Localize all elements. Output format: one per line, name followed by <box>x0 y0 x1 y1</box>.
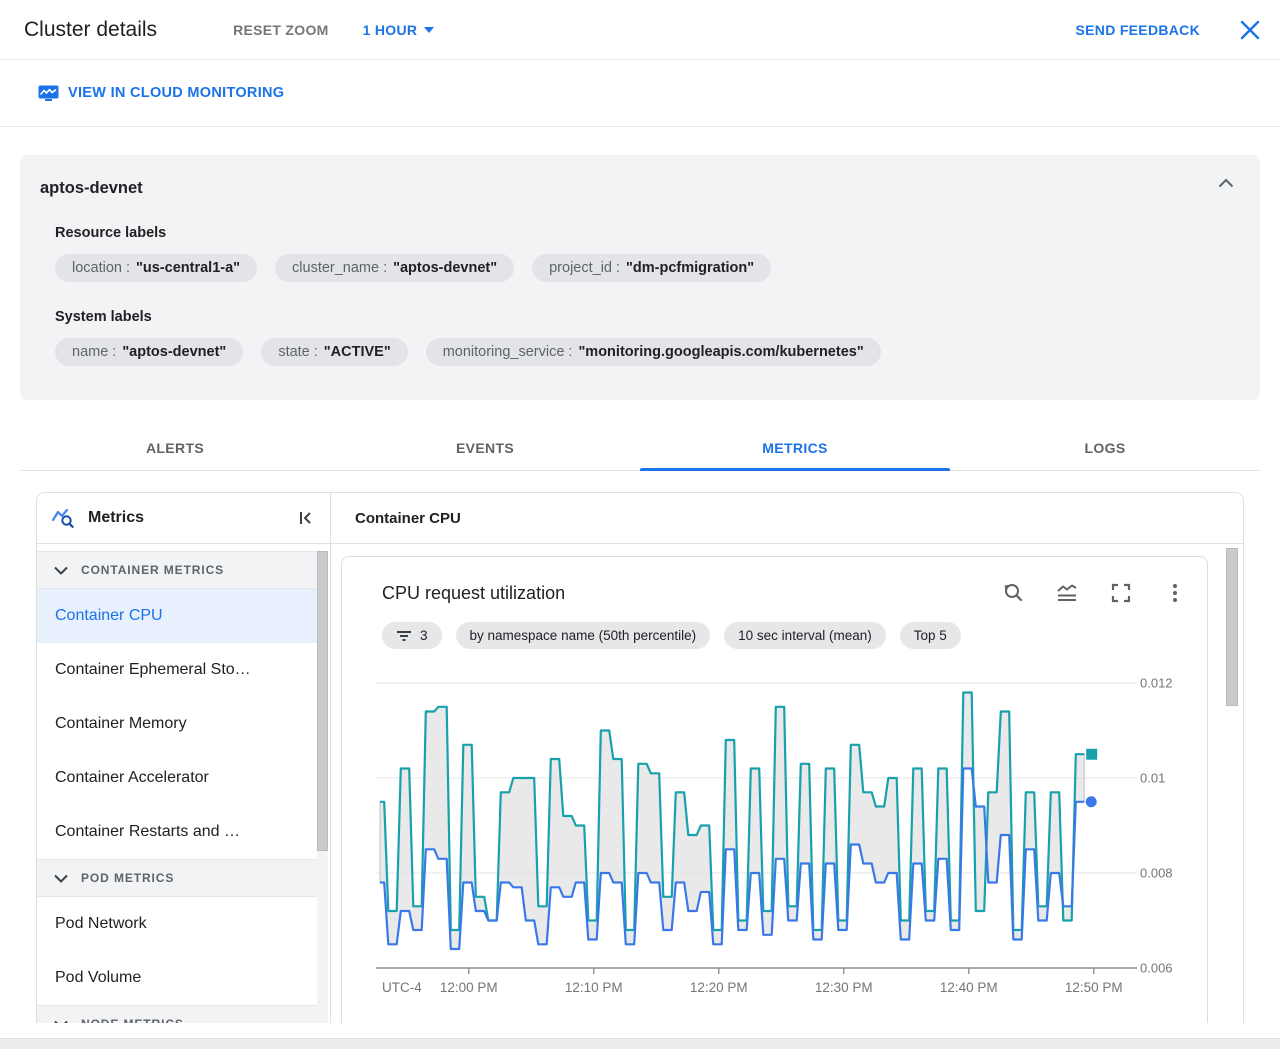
collapse-card-button[interactable] <box>1218 175 1234 193</box>
chart-toolbar <box>1001 581 1187 605</box>
x-axis-timezone-label: UTC-4 <box>382 980 422 995</box>
label-chip-monitoring_service[interactable]: monitoring_service: "monitoring.googleapi… <box>425 338 881 366</box>
main-panel-title: Container CPU <box>355 509 461 527</box>
monitoring-chart-icon <box>38 85 59 101</box>
sidebar-list: CONTAINER METRICS Container CPU Container … <box>37 551 330 1023</box>
filter-chip-3[interactable]: 3 <box>382 622 442 649</box>
series-low-end-marker <box>1085 796 1097 808</box>
filter-chip-by-namespace-name-50th-percentile-[interactable]: by namespace name (50th percentile) <box>455 622 711 649</box>
sidebar-item-pod-volume[interactable]: Pod Volume <box>37 951 320 1005</box>
panel-header: Metrics Container CPU <box>37 493 1243 544</box>
filter-chip-10-sec-interval-mean-[interactable]: 10 sec interval (mean) <box>724 622 886 649</box>
series-high-end-marker <box>1086 748 1098 760</box>
sidebar-header: Metrics <box>37 493 331 543</box>
reset-zoom-button[interactable]: RESET ZOOM <box>233 22 329 38</box>
fullscreen-button[interactable] <box>1109 581 1133 605</box>
area-chart-icon <box>1057 584 1077 601</box>
collapse-sidebar-icon[interactable] <box>298 510 314 526</box>
sidebar-item-pod-network[interactable]: Pod Network <box>37 897 320 951</box>
metrics-explorer-icon <box>51 508 74 528</box>
label-chip-name[interactable]: name: "aptos-devnet" <box>55 338 244 366</box>
section-header-pod-metrics[interactable]: POD METRICS <box>37 859 320 897</box>
page-bottom-strip <box>0 1038 1280 1049</box>
cluster-name: aptos-devnet <box>40 179 143 197</box>
cpu-utilization-chart[interactable]: 0.012 0.01 0.008 0.006 UTC-4 12:00 PM 12:10 PM… <box>362 665 1189 1005</box>
x-tick-label: 12:40 PM <box>940 980 998 995</box>
section-header-container-metrics[interactable]: CONTAINER METRICS <box>37 551 320 589</box>
sidebar-title: Metrics <box>88 509 145 526</box>
time-range-value: 1 HOUR <box>362 21 418 38</box>
label-chip-state[interactable]: state: "ACTIVE" <box>261 338 408 366</box>
zoom-reset-button[interactable] <box>1001 581 1025 605</box>
chart-area: 0.012 0.01 0.008 0.006 UTC-4 12:00 PM 12:10 PM… <box>362 665 1187 1010</box>
sidebar-item-container-cpu[interactable]: Container CPU <box>37 589 320 643</box>
tab-logs[interactable]: LOGS <box>950 425 1260 470</box>
send-feedback-button[interactable]: SEND FEEDBACK <box>1076 22 1200 38</box>
y-tick-label: 0.008 <box>1140 866 1173 881</box>
resource-labels-title: Resource labels <box>55 225 167 241</box>
x-tick-label: 12:30 PM <box>815 980 873 995</box>
panel-body: CONTAINER METRICS Container CPU Container … <box>37 544 1243 1023</box>
dialog-header: Cluster details RESET ZOOM 1 HOUR SEND F… <box>0 0 1280 60</box>
section-header-node-metrics[interactable]: NODE METRICS <box>37 1005 320 1023</box>
chevron-down-icon <box>424 26 435 33</box>
chart-card: CPU request utilization 3 by namespace n… <box>341 556 1208 1023</box>
y-tick-label: 0.006 <box>1140 961 1173 976</box>
sidebar-item-container-accelerator[interactable]: Container Accelerator <box>37 751 320 805</box>
x-tick-label: 12:10 PM <box>565 980 623 995</box>
x-tick-label: 12:50 PM <box>1065 980 1123 995</box>
page-title: Cluster details <box>24 17 158 41</box>
tab-bar: ALERTS EVENTS METRICS LOGS <box>20 425 1260 471</box>
tab-alerts[interactable]: ALERTS <box>20 425 330 470</box>
label-chip-project_id[interactable]: project_id: "dm-pcfmigration" <box>532 254 772 282</box>
chevron-up-icon <box>1218 178 1234 188</box>
panel-scrollbar-thumb[interactable] <box>1226 548 1238 706</box>
sidebar-item-container-memory[interactable]: Container Memory <box>37 697 320 751</box>
label-chip-location[interactable]: location: "us-central1-a" <box>55 254 258 282</box>
close-button[interactable] <box>1238 18 1262 42</box>
chevron-down-icon <box>54 566 68 575</box>
chart-title: CPU request utilization <box>382 583 566 603</box>
x-tick-label: 12:00 PM <box>440 980 498 995</box>
sidebar-scrollbar-track[interactable] <box>317 551 328 1023</box>
y-tick-label: 0.01 <box>1140 771 1165 786</box>
cluster-info-card: aptos-devnet Resource labels location: "u… <box>20 155 1260 400</box>
zoom-reset-icon <box>1004 584 1023 602</box>
chevron-down-icon <box>54 1020 68 1023</box>
sidebar-scrollbar-thumb[interactable] <box>317 551 328 851</box>
chevron-down-icon <box>54 874 68 883</box>
chart-mode-button[interactable] <box>1055 581 1079 605</box>
y-tick-label: 0.012 <box>1140 676 1173 691</box>
system-labels-title: System labels <box>55 309 152 325</box>
system-labels-row: name: "aptos-devnet" state: "ACTIVE" monitor… <box>55 338 1240 366</box>
filter-chip-top-5[interactable]: Top 5 <box>899 622 961 649</box>
x-tick-label: 12:20 PM <box>690 980 748 995</box>
tab-metrics[interactable]: METRICS <box>640 425 950 471</box>
chart-panel: CPU request utilization 3 by namespace n… <box>331 544 1243 1023</box>
resource-labels-row: location: "us-central1-a" cluster_name: "ap… <box>55 254 1240 282</box>
metrics-sidebar: CONTAINER METRICS Container CPU Container … <box>37 544 331 1023</box>
monitoring-linkbar: VIEW IN CLOUD MONITORING <box>0 60 1280 127</box>
metrics-panel: Metrics Container CPU CONTAINER METRICS C… <box>36 492 1244 1023</box>
fullscreen-icon <box>1111 583 1131 603</box>
close-icon <box>1240 20 1260 39</box>
label-chip-cluster_name[interactable]: cluster_name: "aptos-devnet" <box>275 254 515 282</box>
kebab-menu-icon <box>1173 584 1177 602</box>
sidebar-item-container-ephemeral-sto[interactable]: Container Ephemeral Sto… <box>37 643 320 697</box>
chart-filter-chips: 3 by namespace name (50th percentile) 10 s… <box>382 622 1187 649</box>
view-in-cloud-monitoring-link[interactable]: VIEW IN CLOUD MONITORING <box>38 85 284 102</box>
sidebar-item-container-restarts-and[interactable]: Container Restarts and … <box>37 805 320 859</box>
tab-events[interactable]: EVENTS <box>330 425 640 470</box>
time-range-dropdown[interactable]: 1 HOUR <box>363 22 435 38</box>
filter-icon <box>397 630 411 641</box>
more-options-button[interactable] <box>1163 581 1187 605</box>
